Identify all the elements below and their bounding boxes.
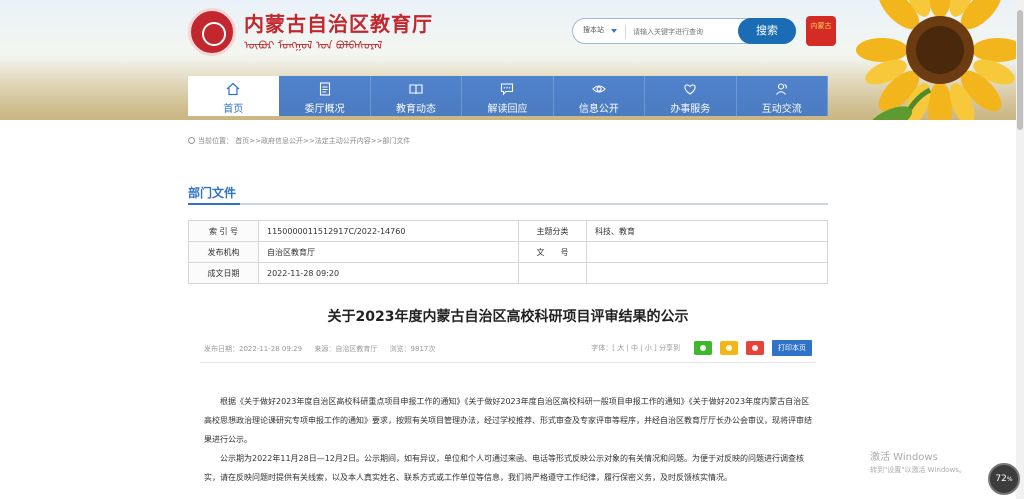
article-info-bar: 发布日期：2022-11-28 09:29 来源：自治区教育厅 浏览：9817次… (200, 340, 816, 358)
site-title[interactable]: 内蒙古自治区教育厅 (244, 8, 433, 37)
windows-activation-watermark: 激活 Windows 转到"设置"以激活 Windows。 (870, 448, 966, 475)
article-title: 关于2023年度内蒙古自治区高校科研项目评审结果的公示 (327, 309, 689, 325)
article-tools: 字体：[ 大 | 中 | 小 ] 分享到 打印本页 (591, 340, 812, 356)
scrollbar-thumb[interactable] (1017, 10, 1023, 130)
nav-label: 互动交流 (761, 104, 802, 115)
meta-key (518, 262, 587, 284)
zoom-indicator[interactable]: 72% (988, 463, 1020, 495)
page: 内蒙古自治区教育厅 ᠦᠪᠦᠷ ᠮᠣᠩᠭᠣᠯ ᠤᠨ ᠪᠣᠯᠪᠠᠰᠤᠷᠠᠯ 搜本站 … (0, 0, 1024, 499)
nav-item-interpretation[interactable]: 解读回应 (462, 76, 554, 116)
location-icon (188, 137, 195, 144)
wechat-share-icon[interactable] (694, 341, 712, 355)
search-box: 搜本站 搜索 (572, 18, 796, 44)
page-scrollbar[interactable] (1016, 0, 1024, 499)
meta-value: 科技、教育 (586, 220, 828, 242)
meta-value: 自治区教育厅 (258, 241, 519, 263)
nav-item-interaction[interactable]: 互动交流 (736, 76, 828, 116)
activation-hint: 转到"设置"以激活 Windows。 (870, 466, 966, 474)
site-subtitle-mongolian: ᠦᠪᠦᠷ ᠮᠣᠩᠭᠣᠯ ᠤᠨ ᠪᠣᠯᠪᠠᠰᠤᠷᠠᠯ (244, 39, 383, 52)
zoom-value: 72 (995, 474, 1007, 484)
nav-item-home[interactable]: 首页 (188, 76, 280, 116)
meta-key: 成文日期 (188, 262, 259, 284)
section-divider (188, 203, 828, 205)
nav-item-services[interactable]: 办事服务 (645, 76, 737, 116)
nav-label: 办事服务 (670, 104, 711, 115)
breadcrumb-path[interactable]: 首页>>政府信息公开>>法定主动公开内容>>部门文件 (235, 137, 410, 145)
sunflower-image (856, 0, 1016, 120)
chevron-down-icon[interactable] (611, 29, 617, 33)
search-divider (625, 25, 626, 39)
article-paragraph: 根据《关于做好2023年度自治区高校科研重点项目申报工作的通知》《关于做好202… (204, 397, 812, 444)
nav-label: 信息公开 (578, 104, 619, 115)
chat-icon (462, 82, 552, 100)
nav-label: 首页 (223, 104, 244, 115)
logo-emblem[interactable] (188, 8, 236, 56)
meta-value: 2022-11-28 09:20 (258, 262, 519, 284)
main-nav: 首页 委厅概况 教育动态 解读回应 信息公开 办事服务 互动交流 (188, 76, 828, 116)
article-meta: 发布日期：2022-11-28 09:29 来源：自治区教育厅 浏览：9817次 (204, 344, 445, 354)
table-row: 发布机构 自治区教育厅 文 号 (188, 241, 828, 263)
search-button[interactable]: 搜索 (738, 18, 796, 44)
document-meta-table: 索 引 号 1150000011512917C/2022-14760 主题分类 … (188, 220, 828, 284)
search-input[interactable] (633, 24, 733, 40)
nav-item-overview[interactable]: 委厅概况 (279, 76, 371, 116)
qzone-share-icon[interactable] (720, 341, 738, 355)
eye-icon (554, 82, 644, 100)
search-scope-select[interactable]: 搜本站 (583, 25, 604, 35)
service-icon (645, 82, 735, 100)
nav-label: 解读回应 (487, 104, 528, 115)
section-title: 部门文件 (188, 186, 237, 200)
nav-item-news[interactable]: 教育动态 (370, 76, 463, 116)
activation-title: 激活 Windows (870, 452, 938, 463)
meta-key: 主题分类 (518, 220, 587, 242)
print-button[interactable]: 打印本页 (772, 340, 812, 356)
publish-date: 发布日期：2022-11-28 09:29 (204, 345, 303, 353)
nav-item-disclosure[interactable]: 信息公开 (553, 76, 646, 116)
seal-badge: 内蒙古 (806, 16, 836, 46)
font-size-controls[interactable]: 字体：[ 大 | 中 | 小 ] 分享到 (591, 343, 680, 353)
meta-value (586, 241, 828, 263)
meta-key: 文 号 (518, 241, 587, 263)
view-count: 浏览：9817次 (389, 345, 436, 353)
book-icon (371, 82, 461, 100)
article-source: 来源：自治区教育厅 (314, 345, 378, 353)
nav-label: 委厅概况 (304, 104, 345, 115)
meta-key: 发布机构 (188, 241, 259, 263)
article-paragraph: 公示期为2022年11月28日—12月2日。公示期间，如有异议，单位和个人可通过… (204, 454, 804, 482)
nav-label: 教育动态 (396, 104, 437, 115)
info-divider (200, 362, 816, 363)
table-row: 成文日期 2022-11-28 09:20 (188, 262, 828, 284)
weibo-share-icon[interactable] (746, 341, 764, 355)
meta-key: 索 引 号 (188, 220, 259, 242)
table-row: 索 引 号 1150000011512917C/2022-14760 主题分类 … (188, 220, 828, 242)
breadcrumb-prefix: 当前位置： (198, 137, 233, 145)
article-body: 根据《关于做好2023年度自治区高校科研重点项目申报工作的通知》《关于做好202… (204, 392, 816, 487)
home-icon (188, 82, 278, 100)
meta-value: 1150000011512917C/2022-14760 (258, 220, 519, 242)
breadcrumb: 当前位置： 首页>>政府信息公开>>法定主动公开内容>>部门文件 (188, 136, 410, 146)
document-icon (279, 82, 369, 100)
meta-value (586, 262, 828, 284)
people-icon (737, 82, 827, 100)
